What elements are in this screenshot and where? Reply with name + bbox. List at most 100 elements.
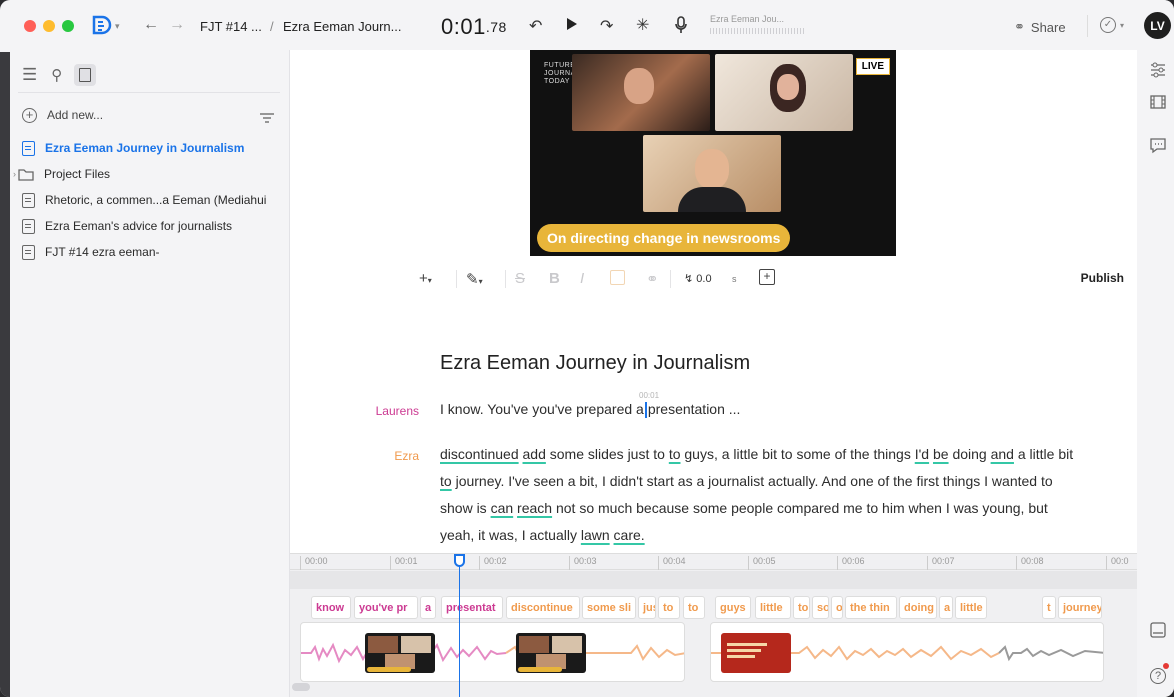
sidebar-item-label: Ezra Eeman Journey in Journalism	[45, 141, 245, 155]
italic-icon[interactable]: I	[580, 270, 584, 287]
sidebar-item-project-files[interactable]: › Project Files	[13, 164, 110, 184]
audio-track-clip[interactable]	[300, 622, 685, 682]
word-chip[interactable]: you've pr	[354, 596, 418, 619]
word-chip[interactable]: a	[939, 596, 953, 619]
insert-button[interactable]: +▾	[419, 270, 432, 287]
scenes-icon[interactable]	[1150, 94, 1166, 110]
video-tile-ezra	[643, 135, 781, 212]
participant-face	[695, 149, 729, 189]
word-chip[interactable]: discontinue	[506, 596, 580, 619]
search-icon[interactable]: ⚲	[51, 66, 62, 84]
forward-arrow-icon[interactable]: →	[169, 16, 185, 34]
document-view-icon[interactable]	[74, 64, 97, 86]
word-chip[interactable]: to	[793, 596, 810, 619]
share-button[interactable]: ⚭ Share	[1014, 19, 1066, 35]
speaker-label-ezra[interactable]: Ezra	[359, 449, 419, 463]
word-chip[interactable]: to	[658, 596, 680, 619]
back-arrow-icon[interactable]: ←	[143, 16, 159, 34]
chevron-down-icon: ▾	[115, 20, 120, 31]
composition-selector[interactable]: Ezra Eeman Jou...	[710, 14, 805, 34]
document-title[interactable]: Ezra Eeman Journey in Journalism	[440, 352, 750, 375]
minimize-window-button[interactable]	[43, 20, 55, 32]
sidebar-item-ezra-journey[interactable]: Ezra Eeman Journey in Journalism	[22, 138, 244, 158]
breadcrumb-separator: /	[270, 19, 274, 34]
word-chip[interactable]: some sli	[582, 596, 636, 619]
sidebar-item-label: Project Files	[44, 167, 111, 181]
participant-face	[624, 68, 654, 104]
play-icon[interactable]	[566, 17, 578, 31]
toolbar-divider	[456, 270, 457, 288]
strikethrough-icon[interactable]: S	[515, 270, 525, 287]
word-chip[interactable]: t	[1042, 596, 1056, 619]
bold-icon[interactable]: B	[549, 270, 560, 287]
app-menu-button[interactable]: ▾	[92, 15, 120, 37]
sidebar-item-advice[interactable]: Ezra Eeman's advice for journalists	[22, 216, 232, 236]
descript-logo-icon	[92, 15, 112, 35]
sidebar-header: ☰ ⚲	[22, 64, 97, 86]
comments-icon[interactable]	[1150, 138, 1166, 154]
gap-unit: s	[732, 274, 737, 284]
word-chip[interactable]: presentat	[441, 596, 503, 619]
participant-face	[777, 74, 799, 100]
link-icon: ⚭	[1014, 19, 1025, 34]
toolbar-divider	[670, 270, 671, 288]
publish-button[interactable]: Publish	[1081, 271, 1124, 285]
help-icon[interactable]: ?	[1150, 663, 1169, 684]
word-chip[interactable]: journey	[1058, 596, 1102, 619]
playhead-handle[interactable]	[454, 554, 465, 567]
composition-name: Ezra Eeman Jou...	[710, 14, 785, 24]
sidebar-item-rhetoric[interactable]: Rhetoric, a commen...a Eeman (Mediahui	[22, 190, 266, 210]
word-chip[interactable]: jus	[638, 596, 656, 619]
sidebar-item-fjt14[interactable]: FJT #14 ezra eeman-	[22, 242, 160, 262]
timeline-ruler[interactable]: 00:00 00:01 00:02 00:03 00:04 00:05 00:0…	[290, 554, 1138, 570]
audio-track-clip[interactable]	[710, 622, 1104, 682]
timeline[interactable]: 00:00 00:01 00:02 00:03 00:04 00:05 00:0…	[290, 553, 1138, 697]
mini-waveform	[710, 28, 805, 34]
check-circle-icon: ✓	[1100, 17, 1116, 33]
word-chip[interactable]: guys	[715, 596, 751, 619]
word-chip[interactable]: know	[311, 596, 351, 619]
breadcrumb-document[interactable]: Ezra Eeman Journ...	[283, 19, 402, 34]
skip-forward-icon[interactable]: ↷	[600, 16, 613, 36]
notification-dot	[1163, 663, 1169, 669]
sidebar-divider	[18, 92, 280, 93]
sidebar-item-label: Ezra Eeman's advice for journalists	[45, 219, 233, 233]
add-new-button[interactable]: + Add new...	[22, 105, 103, 125]
avatar[interactable]: LV	[1144, 12, 1171, 39]
close-window-button[interactable]	[24, 20, 36, 32]
video-thumbnail	[516, 633, 586, 673]
add-comment-icon[interactable]: +	[759, 269, 775, 285]
filter-icon[interactable]	[260, 110, 274, 128]
word-chip[interactable]: little	[955, 596, 987, 619]
document-icon	[22, 218, 35, 234]
word-chip[interactable]: little	[755, 596, 791, 619]
plus-circle-icon: +	[22, 107, 37, 123]
link-icon[interactable]: ⚭	[646, 270, 659, 288]
wand-tool-icon[interactable]: ✎▾	[466, 270, 483, 288]
menu-icon[interactable]: ☰	[22, 65, 37, 85]
playhead[interactable]	[459, 554, 460, 697]
speaker-label-laurens[interactable]: Laurens	[359, 404, 419, 418]
properties-icon[interactable]	[1150, 62, 1166, 78]
word-chip[interactable]: doing	[899, 596, 937, 619]
word-chip[interactable]: to	[683, 596, 705, 619]
word-chip[interactable]: the thin	[845, 596, 897, 619]
live-badge: LIVE	[855, 58, 890, 75]
word-chip[interactable]: o	[831, 596, 843, 619]
timeline-toggle-icon[interactable]	[1150, 622, 1166, 638]
word-chip[interactable]: a	[420, 596, 436, 619]
transcript-paragraph-ezra[interactable]: discontinued add some slides just to to …	[440, 441, 1080, 549]
highlight-icon[interactable]	[610, 270, 625, 285]
loop-sparkle-icon[interactable]: ✳	[636, 15, 649, 35]
video-preview[interactable]: FUTURE JOURNALISM TODAY LIVE On directing …	[530, 50, 896, 256]
gap-duration-field[interactable]: ↯ 0.0	[684, 272, 712, 285]
microphone-icon[interactable]	[675, 16, 687, 34]
skip-back-icon[interactable]: ↶	[529, 16, 542, 36]
timeline-scrollbar[interactable]	[292, 683, 310, 691]
word-chip[interactable]: so	[812, 596, 829, 619]
participant-shirt	[678, 187, 746, 212]
breadcrumb-project[interactable]: FJT #14 ...	[200, 19, 262, 34]
transcript-paragraph-laurens[interactable]: I know. You've you've prepared a presenta…	[440, 396, 1080, 423]
status-check-button[interactable]: ✓ ▾	[1100, 17, 1124, 33]
maximize-window-button[interactable]	[62, 20, 74, 32]
